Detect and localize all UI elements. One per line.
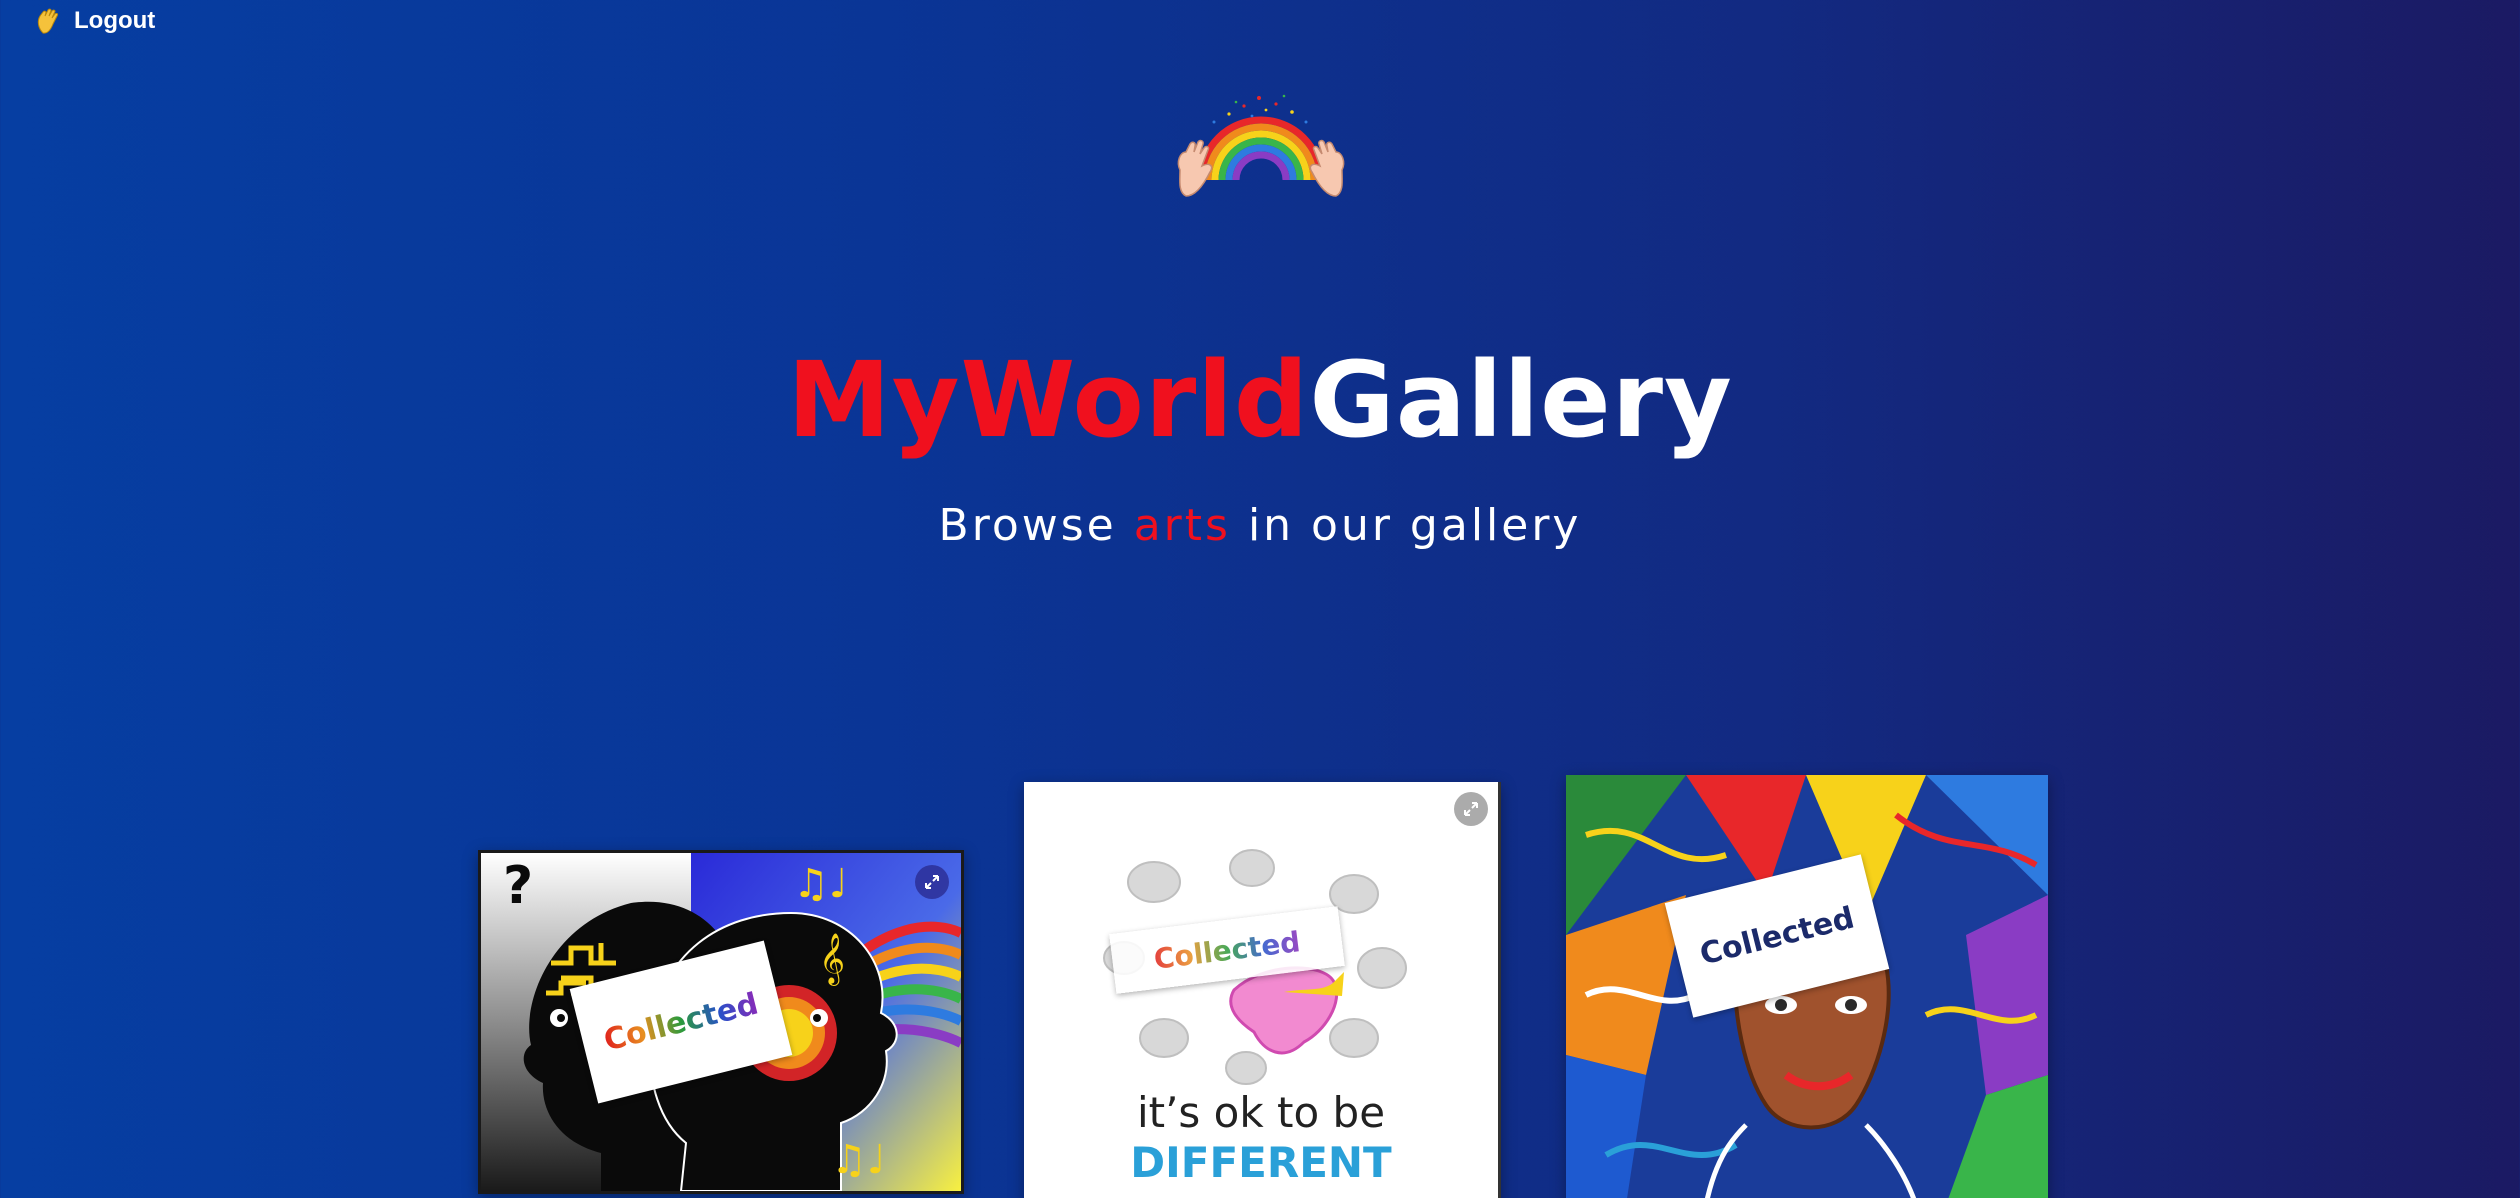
subtitle-accent: arts (1133, 500, 1231, 551)
svg-text:𝄞: 𝄞 (819, 933, 845, 986)
rainbow-hands-icon (1177, 94, 1345, 197)
collected-label: Collected (1696, 899, 1858, 973)
gallery-card[interactable]: ? ♫♩ ♫♩ 𝄞 Collected (478, 850, 964, 1194)
svg-text:♫♩: ♫♩ (831, 1137, 886, 1183)
page-title: MyWorldGallery (0, 330, 2520, 470)
svg-text:♫♩: ♫♩ (793, 861, 848, 907)
svg-text:?: ? (503, 856, 533, 916)
expand-icon (925, 875, 939, 889)
subtitle-before: Browse (938, 500, 1134, 551)
page-subtitle: Browse arts in our gallery (0, 496, 2520, 556)
artwork-image: it’s ok to be DIFFERENT (1024, 782, 1498, 1198)
brand-part-myworld: MyWorld (787, 339, 1310, 461)
expand-icon (1464, 802, 1478, 816)
subtitle-after: in our gallery (1230, 500, 1582, 551)
waving-hand-icon (37, 8, 59, 34)
expand-button[interactable] (915, 865, 949, 899)
collected-label: Collected (600, 985, 762, 1059)
collected-label: Collected (1152, 924, 1302, 976)
art-text-line1: it’s ok to be (1137, 1088, 1385, 1137)
logout-label: Logout (74, 7, 156, 34)
gallery-card[interactable]: it’s ok to be DIFFERENT Collected (1024, 782, 1501, 1198)
logout-button[interactable]: Logout (34, 6, 155, 36)
art-text-line2: DIFFERENT (1130, 1138, 1392, 1187)
gallery-card[interactable]: Collected (1566, 775, 2048, 1198)
expand-button[interactable] (1454, 792, 1488, 826)
brand-part-gallery: Gallery (1309, 339, 1733, 461)
